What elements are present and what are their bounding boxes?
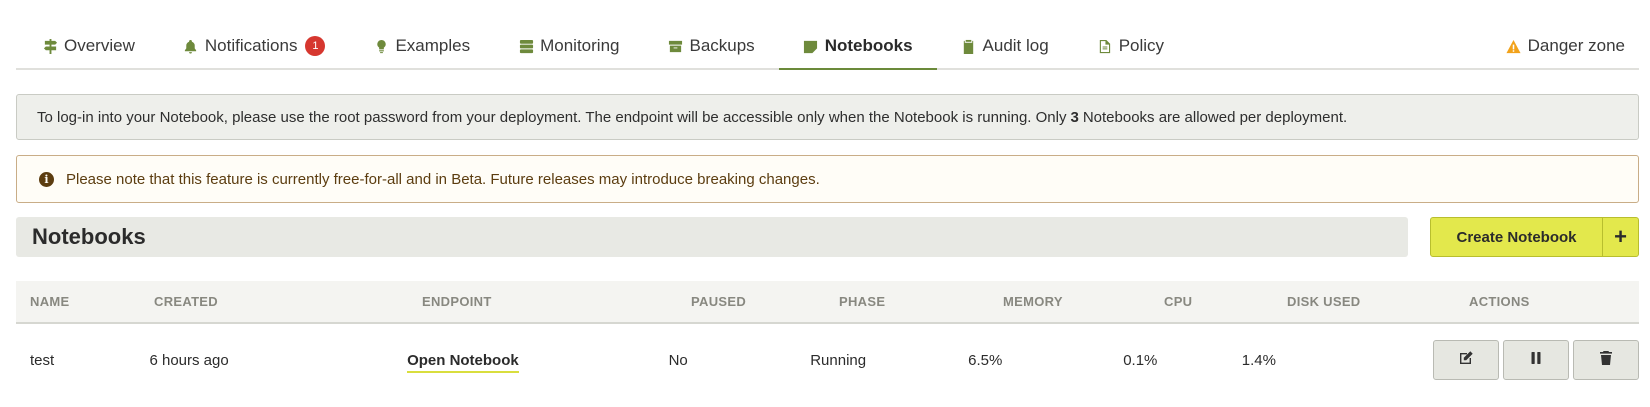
cell-created: 6 hours ago [149,351,229,369]
warning-icon [1506,38,1522,54]
pause-icon [1528,350,1544,370]
tab-examples[interactable]: Examples [349,24,494,68]
archive-icon [667,38,683,54]
server-icon [518,38,534,54]
cell-cpu: 0.1% [1123,351,1158,369]
cell-actions [1401,340,1639,380]
create-notebook-label: Create Notebook [1456,228,1577,246]
pause-button[interactable] [1502,340,1569,380]
open-notebook-link[interactable]: Open Notebook [407,351,519,373]
signpost-icon [42,38,58,54]
notebook-limit: 3 [1070,108,1079,126]
document-icon [1097,38,1113,54]
header-disk-used[interactable]: DISK USED [1273,294,1455,309]
delete-button[interactable] [1572,340,1639,380]
tab-danger-zone[interactable]: Danger zone [1482,24,1639,68]
table-row: test 6 hours ago Open Notebook No Runnin… [16,324,1639,396]
notification-count-badge: 1 [305,36,326,56]
tab-label: Notifications [204,36,298,55]
header-memory[interactable]: MEMORY [989,294,1150,309]
tab-policy[interactable]: Policy [1073,24,1188,68]
tab-notifications[interactable]: Notifications 1 [159,24,350,68]
tab-label: Notebooks [824,36,913,55]
tab-label: Overview [64,36,135,55]
plus-icon: + [1602,218,1638,256]
cell-disk-used: 1.4% [1241,351,1276,369]
bell-icon [183,38,199,54]
info-banner: To log-in into your Notebook, please use… [16,94,1639,140]
row-actions [1432,340,1639,380]
header-actions: ACTIONS [1469,294,1530,309]
tab-notebooks[interactable]: Notebooks [778,24,937,70]
header-endpoint[interactable]: ENDPOINT [408,294,677,309]
tab-label: Policy [1118,36,1165,55]
tab-monitoring[interactable]: Monitoring [494,24,643,68]
cell-memory: 6.5% [968,351,1003,369]
edit-icon [1458,350,1474,370]
header-paused[interactable]: PAUSED [677,294,825,309]
info-text-before: To log-in into your Notebook, please use… [37,108,1067,126]
sticky-note-icon [803,38,819,54]
tab-bar: Overview Notifications 1 Examples Monito… [16,24,1639,70]
tab-overview[interactable]: Overview [16,24,159,68]
table-header: NAME CREATED ENDPOINT PAUSED PHASE MEMOR… [16,281,1639,324]
clipboard-icon [961,38,977,54]
beta-warning-banner: i Please note that this feature is curre… [16,155,1639,203]
tab-label: Backups [689,36,755,55]
trash-icon [1598,350,1614,370]
page-title: Notebooks [32,224,146,249]
cell-endpoint: Open Notebook [393,351,652,373]
header-created[interactable]: CREATED [140,294,408,309]
create-notebook-button[interactable]: Create Notebook + [1430,217,1639,257]
tab-label: Monitoring [540,36,620,55]
tab-label: Audit log [982,36,1049,55]
section-title: Notebooks [16,217,1408,257]
info-text-after: Notebooks are allowed per deployment. [1082,108,1348,126]
header-phase[interactable]: PHASE [825,294,989,309]
lightbulb-icon [373,38,389,54]
tab-label: Examples [395,36,471,55]
cell-paused: No [668,351,688,369]
cell-name: test [30,351,55,369]
tab-label: Danger zone [1527,36,1625,55]
header-cpu[interactable]: CPU [1150,294,1273,309]
header-name[interactable]: NAME [16,294,140,309]
info-circle-icon: i [39,171,54,187]
notebooks-table: NAME CREATED ENDPOINT PAUSED PHASE MEMOR… [16,281,1639,396]
edit-button[interactable] [1432,340,1499,380]
warning-text: Please note that this feature is current… [66,170,820,188]
tab-audit-log[interactable]: Audit log [937,24,1073,68]
tab-backups[interactable]: Backups [643,24,778,68]
cell-phase: Running [810,351,867,369]
